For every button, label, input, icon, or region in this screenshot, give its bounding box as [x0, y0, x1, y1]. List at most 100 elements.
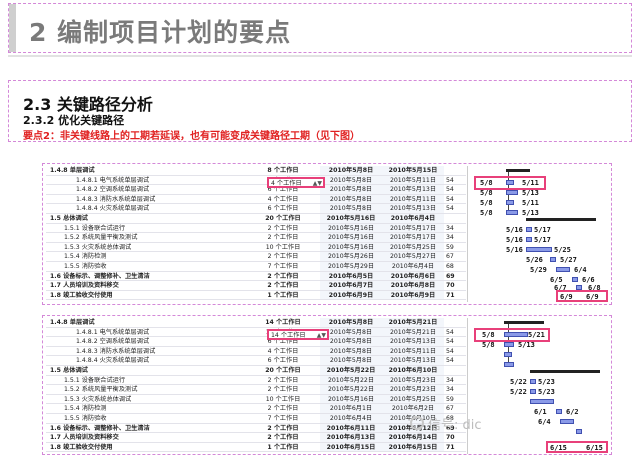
table-row[interactable]: 1.5.2 系统风量平衡及测试 2 个工作日 2010年5月22日 2010年5月23…: [46, 385, 466, 395]
finish-date-cell: 2010年6月14日: [382, 433, 444, 442]
predecessor-cell: 71: [446, 443, 455, 451]
table-row[interactable]: 1.4.8.1 电气系统单层调试 14 个工作日 2010年5月8日2010年5月2…: [46, 327, 466, 338]
date-label: 6/6: [582, 276, 595, 284]
task-name-cell: 1.4.8.4 火灾系统单层调试: [76, 357, 150, 365]
finish-date-cell: 2010年5月23日: [382, 385, 444, 394]
task-name-cell: 1.4.8 单层调试: [50, 167, 95, 174]
duration-cell: 2 个工作日: [267, 272, 299, 280]
table-row[interactable]: 1.5.2 系统风量平衡及测试 2 个工作日 2010年5月16日 2010年5月17…: [46, 233, 466, 243]
gantt-table-after: 1.4.8 单层调试 14 个工作日 2010年5月8日 2010年5月21日 1.4.…: [46, 318, 466, 453]
task-name-cell: 1.5.5 消防验收: [64, 414, 107, 422]
date-label: 5/11: [522, 199, 539, 207]
predecessor-cell: 68: [446, 262, 454, 270]
task-bar crit: [550, 257, 556, 262]
start-date-cell: 2010年5月8日: [320, 318, 382, 327]
duration-cell: 2 个工作日: [267, 376, 299, 384]
start-date-cell: 2010年5月8日: [320, 194, 382, 204]
table-row[interactable]: 1.6 设备标示、调整修补、卫生清洁 2 个工作日 2010年6月5日 2010年6月…: [46, 271, 466, 282]
predecessor-cell: 67: [446, 253, 454, 261]
table-row[interactable]: 1.5.1 设备联合试运行 2 个工作日 2010年5月22日 2010年5月23日 3…: [46, 375, 466, 386]
table-row[interactable]: 1.5.3 火灾系统总体调试 10 个工作日 2010年5月16日 2010年5月25…: [46, 242, 466, 253]
task-name-cell: 1.4.8.1 电气系统单层调试: [76, 328, 150, 336]
edited-duration-cell[interactable]: 14 个工作日 ▲▼: [267, 329, 329, 340]
table-row[interactable]: 1.7 人员培训及资料移交 2 个工作日 2010年6月13日 2010年6月14日 7…: [46, 433, 466, 443]
task-bar: [506, 210, 518, 215]
spinner-icon[interactable]: ▲▼: [313, 179, 322, 188]
duration-cell: 7 个工作日: [267, 414, 299, 422]
date-label: 6/4: [574, 266, 587, 274]
task-name-cell: 1.8 竣工验收交付使用: [50, 443, 113, 451]
table-row[interactable]: 1.5 总体调试 20 个工作日 2010年5月16日 2010年6月4日: [46, 213, 466, 224]
table-row[interactable]: 1.5.3 火灾系统总体调试 10 个工作日 2010年5月16日 2010年5月25…: [46, 394, 466, 405]
table-row[interactable]: 1.5.1 设备联合试运行 2 个工作日 2010年5月16日 2010年5月17日 3…: [46, 223, 466, 234]
duration-cell: 6 个工作日: [267, 357, 299, 365]
predecessor-cell: [444, 366, 466, 375]
date-label: 6/4: [538, 418, 551, 426]
task-name-cell: 1.4.8.3 消防水系统单层调试: [76, 347, 156, 355]
start-date-cell: 2010年5月26日: [320, 252, 382, 261]
task-name-cell: 1.7 人员培训及资料移交: [50, 282, 119, 290]
table-row[interactable]: 1.4.8.1 电气系统单层调试 4 个工作日 2010年5月8日2010年5月11…: [46, 175, 466, 186]
table-row[interactable]: 1.8 竣工验收交付使用 1 个工作日 2010年6月9日 2010年6月9日 71: [46, 290, 466, 301]
spinner-icon[interactable]: ▲▼: [317, 331, 326, 340]
table-row[interactable]: 1.4.8.3 消防水系统单层调试 4 个工作日 2010年5月8日 2010年5月1…: [46, 194, 466, 205]
task-name-cell: 1.4.8 单层调试: [50, 319, 95, 326]
task-name-cell: 1.4.8.1 电气系统单层调试: [76, 176, 150, 184]
gantt-chart-after: 5/8 5/21 5/8 5/13 5/22 5/23 5/22 5/23 6/1 6/2 6/4 6…: [467, 318, 609, 454]
task-name-cell: 1.5.1 设备联合试运行: [64, 376, 126, 384]
table-row[interactable]: 1.4.8.3 消防水系统单层调试 4 个工作日 2010年5月8日 2010年5月1…: [46, 346, 466, 357]
task-bar: [506, 190, 518, 195]
table-row[interactable]: 1.5 总体调试 20 个工作日 2010年5月22日 2010年6月10日: [46, 365, 466, 376]
task-name-cell: 1.5 总体调试: [50, 366, 88, 374]
table-row[interactable]: 1.4.8.4 火灾系统单层调试 6 个工作日 2010年5月8日 2010年5月13…: [46, 356, 466, 366]
task-name-cell: 1.7 人员培训及资料移交: [50, 434, 119, 442]
date-label: 5/16: [506, 226, 523, 234]
edited-duration-value: 4 个工作日: [271, 180, 302, 187]
duration-cell: 6 个工作日: [267, 205, 299, 213]
duration-cell: 14 个工作日: [265, 319, 301, 326]
task-bar crit: [556, 267, 570, 272]
table-row[interactable]: 1.4.8.2 空调系统单层调试 6 个工作日 2010年5月8日 2010年5月13…: [46, 337, 466, 347]
highlight-box: [474, 176, 546, 190]
duration-cell: 1 个工作日: [267, 443, 299, 451]
finish-date-cell: 2010年6月4日: [382, 213, 444, 223]
table-row[interactable]: 1.4.8.4 火灾系统单层调试 6 个工作日 2010年5月8日 2010年5月13…: [46, 204, 466, 214]
table-row[interactable]: 1.8 竣工验收交付使用 1 个工作日 2010年6月15日 2010年6月15日 71: [46, 442, 466, 453]
table-row[interactable]: 1.7 人员培训及资料移交 2 个工作日 2010年6月7日 2010年6月8日 70: [46, 281, 466, 291]
start-date-cell: 2010年5月22日: [320, 365, 382, 375]
date-label: 5/26: [526, 256, 543, 264]
task-name-cell: 1.5.4 消防检测: [64, 253, 107, 261]
table-row[interactable]: 1.4.8 单层调试 14 个工作日 2010年5月8日 2010年5月21日: [46, 318, 466, 328]
finish-date-cell: 2010年5月17日: [382, 223, 444, 233]
task-name-cell: 1.5.2 系统风量平衡及测试: [64, 234, 138, 242]
table-row[interactable]: 1.5.4 消防检测 2 个工作日 2010年5月26日 2010年5月27日 67: [46, 252, 466, 262]
predecessor-cell: 54: [446, 328, 454, 336]
start-date-cell: 2010年5月16日: [320, 223, 382, 233]
date-label: 5/8: [480, 189, 493, 197]
duration-cell: 8 个工作日: [267, 167, 299, 174]
table-row[interactable]: 1.5.5 消防验收 7 个工作日 2010年5月29日 2010年6月4日 68: [46, 261, 466, 272]
task-name-cell: 1.5.1 设备联合试运行: [64, 224, 126, 232]
predecessor-cell: 54: [446, 195, 454, 203]
gantt-table-before: 1.4.8 单层调试 8 个工作日 2010年5月8日 2010年5月15日 1.4.8…: [46, 166, 466, 301]
table-row[interactable]: 1.5.4 消防检测 2 个工作日 2010年6月1日 2010年6月2日 67: [46, 404, 466, 414]
edited-duration-cell[interactable]: 4 个工作日 ▲▼: [267, 177, 325, 188]
start-date-cell: 2010年6月9日: [320, 290, 382, 300]
date-label: 5/22: [510, 378, 527, 386]
date-label: 5/13: [518, 341, 535, 349]
table-row[interactable]: 1.6 设备标示、调整修补、卫生清洁 2 个工作日 2010年6月11日 2010年6…: [46, 423, 466, 434]
date-label: 6/1: [534, 408, 547, 416]
task-name-cell: 1.5.2 系统风量平衡及测试: [64, 386, 138, 394]
table-row[interactable]: 1.4.8.2 空调系统单层调试 6 个工作日 2010年5月8日 2010年5月13…: [46, 185, 466, 195]
start-date-cell: 2010年5月8日: [320, 185, 382, 194]
finish-date-cell: 2010年5月25日: [382, 394, 444, 404]
task-name-cell: 1.5.3 火灾系统总体调试: [64, 243, 132, 251]
task-bar: [506, 200, 514, 205]
title-bar: 2 编制项目计划的要点: [8, 3, 632, 53]
table-row[interactable]: 1.5.5 消防验收 7 个工作日 2010年6月4日 2010年6月10日 68: [46, 413, 466, 424]
start-date-cell: 2010年6月7日: [320, 281, 382, 290]
task-bar crit: [560, 419, 574, 424]
duration-cell: 2 个工作日: [267, 282, 299, 290]
table-row[interactable]: 1.4.8 单层调试 8 个工作日 2010年5月8日 2010年5月15日: [46, 166, 466, 176]
task-name-cell: 1.4.8.3 消防水系统单层调试: [76, 195, 156, 203]
